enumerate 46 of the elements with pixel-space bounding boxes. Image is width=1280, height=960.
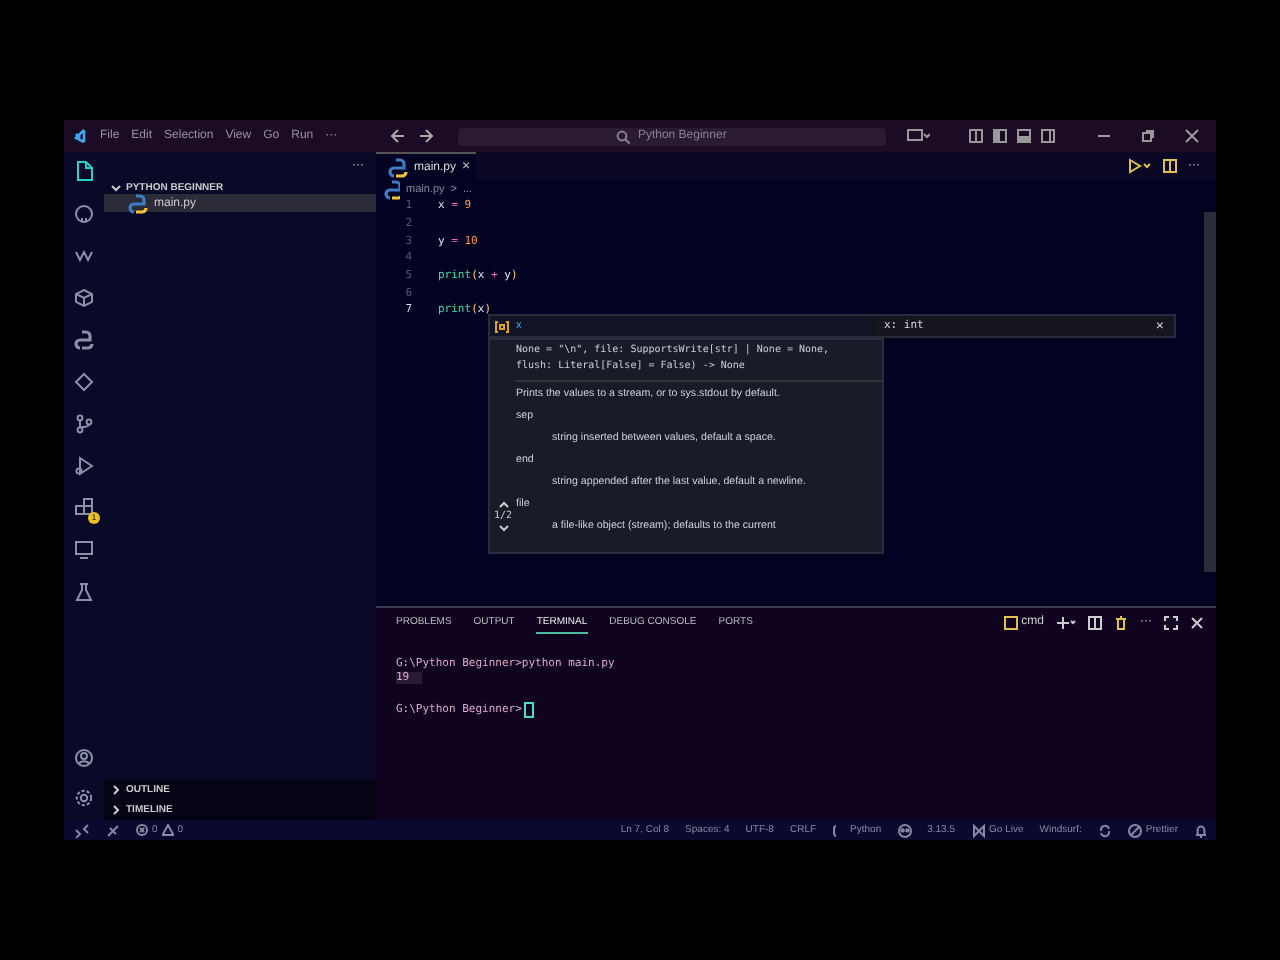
scrollbar-thumb[interactable] <box>1204 212 1216 572</box>
sync-icon[interactable] <box>1097 823 1112 837</box>
flask-icon[interactable] <box>74 582 94 602</box>
github-icon[interactable] <box>74 204 94 224</box>
copilot-icon[interactable] <box>897 823 912 837</box>
restore-icon[interactable] <box>1140 128 1156 144</box>
sidebar-toggle-icon[interactable] <box>992 128 1008 144</box>
blocked-icon <box>1127 823 1142 837</box>
run-icon[interactable] <box>1128 158 1152 174</box>
python-file-icon <box>128 193 148 213</box>
chevron-down-icon <box>110 181 122 193</box>
error-icon <box>136 824 148 836</box>
remote-icon[interactable] <box>74 823 90 837</box>
warning-icon <box>161 824 174 836</box>
secondary-sidebar-icon[interactable] <box>1040 128 1056 144</box>
variable-icon <box>494 319 510 333</box>
panel-toggle-icon[interactable] <box>1016 128 1032 144</box>
remote-explorer-icon[interactable] <box>74 540 94 560</box>
chevron-up-icon[interactable] <box>497 500 509 508</box>
layout-icon[interactable] <box>968 128 984 144</box>
files-icon[interactable] <box>74 160 94 182</box>
search-icon <box>615 129 630 143</box>
trash-icon[interactable] <box>1114 615 1128 629</box>
close-icon[interactable] <box>1184 128 1200 144</box>
settings-icon[interactable] <box>74 788 94 808</box>
cube-icon[interactable] <box>74 288 94 308</box>
back-arrow-icon[interactable] <box>389 128 406 144</box>
zigzag-icon[interactable] <box>74 246 94 266</box>
split-editor-icon[interactable] <box>1162 158 1178 174</box>
source-control-icon[interactable] <box>74 414 94 434</box>
new-terminal-icon[interactable] <box>1056 615 1076 629</box>
close-panel-icon[interactable] <box>1190 615 1204 629</box>
diamond-icon[interactable] <box>74 372 94 392</box>
run-debug-icon[interactable] <box>74 456 94 476</box>
account-icon[interactable] <box>74 748 94 768</box>
bell-icon[interactable] <box>1194 823 1208 837</box>
app-logo-icon <box>72 128 88 144</box>
chat-icon[interactable] <box>905 128 930 144</box>
terminal-icon <box>1003 615 1018 629</box>
chevron-down-icon[interactable] <box>497 524 509 532</box>
terminal-cursor <box>523 701 534 718</box>
split-terminal-icon[interactable] <box>1088 615 1102 629</box>
forward-arrow-icon[interactable] <box>417 128 434 144</box>
python-icon[interactable] <box>74 330 94 350</box>
maximize-icon[interactable] <box>1164 615 1178 629</box>
python-file-icon <box>388 157 408 177</box>
